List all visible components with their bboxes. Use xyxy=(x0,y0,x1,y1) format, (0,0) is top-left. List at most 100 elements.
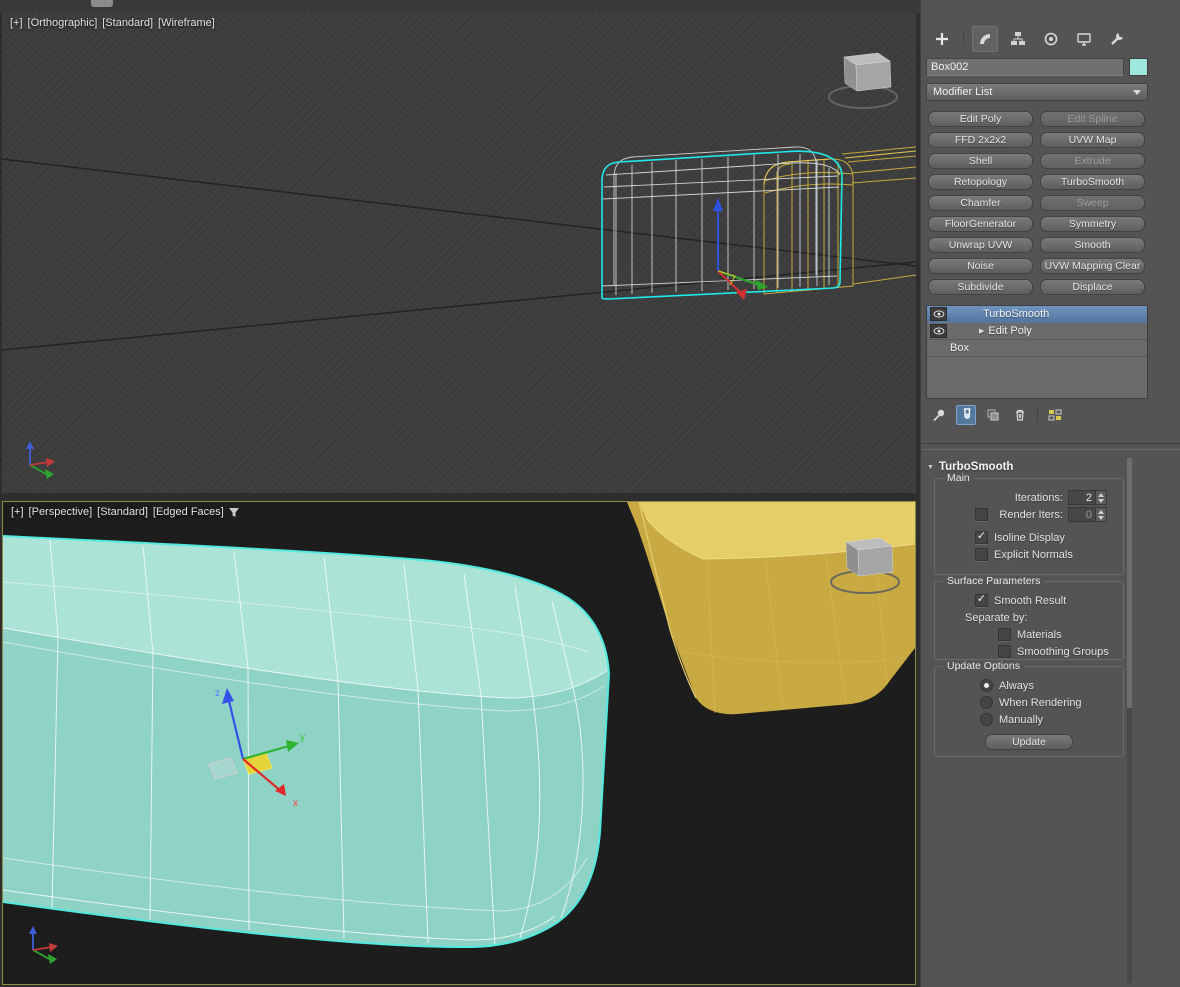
manually-label: Manually xyxy=(999,714,1043,726)
stack-item-label: Edit Poly xyxy=(988,325,1031,337)
make-unique-button[interactable] xyxy=(983,405,1003,425)
modifier-button-edit-poly[interactable]: Edit Poly xyxy=(928,111,1033,127)
stack-toolbar xyxy=(929,404,1065,426)
modifier-button-retopology[interactable]: Retopology xyxy=(928,174,1033,190)
viewport-shading-menu[interactable]: [Wireframe] xyxy=(158,17,215,29)
modifier-button-subdivide[interactable]: Subdivide xyxy=(928,279,1033,295)
modifier-button-turbosmooth[interactable]: TurboSmooth xyxy=(1040,174,1145,190)
isoline-display-checkbox[interactable]: ✓ xyxy=(975,531,988,544)
main-group: Main Iterations: 2 Render Iters: 0 ✓ Iso… xyxy=(934,478,1124,575)
modifier-button-uvw-mapping-clear[interactable]: UVW Mapping Clear xyxy=(1040,258,1145,274)
always-radio[interactable] xyxy=(980,679,993,692)
viewport-pov-menu[interactable]: [Orthographic] xyxy=(28,17,98,29)
utilities-wrench-icon xyxy=(1109,31,1125,47)
update-button[interactable]: Update xyxy=(985,734,1073,750)
modifier-button-unwrap-uvw[interactable]: Unwrap UVW xyxy=(928,237,1033,253)
orthographic-scene xyxy=(2,13,916,493)
modify-tab[interactable] xyxy=(972,26,998,52)
iterations-value[interactable]: 2 xyxy=(1068,490,1096,505)
manually-radio[interactable] xyxy=(980,713,993,726)
group-title: Main xyxy=(943,472,974,484)
smooth-result-checkbox[interactable]: ✓ xyxy=(975,594,988,607)
modifier-list-dropdown[interactable]: Modifier List xyxy=(926,83,1148,101)
modifier-button-uvw-map[interactable]: UVW Map xyxy=(1040,132,1145,148)
tab-separator xyxy=(963,31,964,47)
materials-checkbox[interactable] xyxy=(998,628,1011,641)
command-panel-tabs xyxy=(929,26,1130,52)
collapsed-toolbar-handle[interactable] xyxy=(91,0,113,7)
viewport-standard-menu[interactable]: [Standard] xyxy=(102,17,153,29)
always-label: Always xyxy=(999,680,1034,692)
axis-label-y: y xyxy=(300,732,305,743)
gizmo-z-arrow[interactable] xyxy=(713,198,723,211)
axis-label-z: z xyxy=(215,688,220,699)
modifier-button-ffd[interactable]: FFD 2x2x2 xyxy=(928,132,1033,148)
render-iters-label: Render Iters: xyxy=(999,509,1063,521)
visibility-eye-icon[interactable] xyxy=(930,324,947,338)
explicit-normals-checkbox[interactable] xyxy=(975,548,988,561)
check-icon: ✓ xyxy=(977,532,986,541)
spinner-arrows-icon[interactable] xyxy=(1096,507,1107,522)
when-rendering-radio[interactable] xyxy=(980,696,993,709)
modifier-button-smooth[interactable]: Smooth xyxy=(1040,237,1145,253)
viewport-general-menu[interactable]: [+] xyxy=(11,506,24,518)
stack-item-label: Box xyxy=(950,342,969,354)
display-monitor-icon xyxy=(1076,31,1092,47)
modifier-button-noise[interactable]: Noise xyxy=(928,258,1033,274)
materials-label: Materials xyxy=(1017,629,1062,641)
object-color-swatch[interactable] xyxy=(1129,58,1148,76)
world-axis-tripod xyxy=(26,441,55,479)
configure-modifier-sets-button[interactable] xyxy=(1045,405,1065,425)
modify-icon xyxy=(977,31,993,47)
scrollbar-thumb[interactable] xyxy=(1127,458,1132,708)
separate-by-label: Separate by: xyxy=(965,612,1027,624)
viewcube[interactable] xyxy=(829,53,897,108)
modifier-button-sweep[interactable]: Sweep xyxy=(1040,195,1145,211)
check-icon: ✓ xyxy=(977,595,986,604)
object-name-input[interactable] xyxy=(926,58,1124,76)
viewport-shading-menu[interactable]: [Edged Faces] xyxy=(153,506,224,518)
spinner-arrows-icon[interactable] xyxy=(1096,490,1107,505)
show-end-result-button[interactable] xyxy=(956,405,976,425)
create-tab[interactable] xyxy=(929,26,955,52)
modifier-button-symmetry[interactable]: Symmetry xyxy=(1040,216,1145,232)
display-tab[interactable] xyxy=(1071,26,1097,52)
modifier-button-edit-spline[interactable]: Edit Spline xyxy=(1040,111,1145,127)
per-view-filter-icon[interactable] xyxy=(229,507,240,518)
modifier-button-chamfer[interactable]: Chamfer xyxy=(928,195,1033,211)
stack-item-turbosmooth[interactable]: TurboSmooth xyxy=(927,306,1147,323)
motion-tab[interactable] xyxy=(1038,26,1064,52)
visibility-eye-icon[interactable] xyxy=(930,307,947,321)
modifier-button-shell[interactable]: Shell xyxy=(928,153,1033,169)
render-iters-spinner[interactable]: 0 xyxy=(1068,507,1107,522)
remove-modifier-button[interactable] xyxy=(1010,405,1030,425)
shaded-box-teal-selected[interactable] xyxy=(3,536,609,947)
viewport-general-menu[interactable]: [+] xyxy=(10,17,23,29)
smoothing-groups-checkbox[interactable] xyxy=(998,645,1011,658)
pin-stack-button[interactable] xyxy=(929,405,949,425)
modifier-button-displace[interactable]: Displace xyxy=(1040,279,1145,295)
modifier-buttons-grid: Edit Poly Edit Spline FFD 2x2x2 UVW Map … xyxy=(928,111,1145,295)
modifier-button-floorgenerator[interactable]: FloorGenerator xyxy=(928,216,1033,232)
render-iters-checkbox[interactable] xyxy=(975,508,988,521)
expand-arrow-icon[interactable]: ▶ xyxy=(979,327,984,335)
axis-label-x: x xyxy=(293,798,298,809)
hierarchy-tab[interactable] xyxy=(1005,26,1031,52)
rollout-scrollbar[interactable] xyxy=(1127,458,1132,983)
panel-splitter[interactable] xyxy=(921,443,1180,450)
stack-item-edit-poly[interactable]: ▶ Edit Poly xyxy=(927,323,1147,340)
transform-gizmo[interactable] xyxy=(713,198,768,300)
iterations-spinner[interactable]: 2 xyxy=(1068,490,1107,505)
smooth-result-label: Smooth Result xyxy=(994,595,1066,607)
motion-icon xyxy=(1043,31,1059,47)
stack-item-box[interactable]: Box xyxy=(927,340,1147,357)
modifier-button-extrude[interactable]: Extrude xyxy=(1040,153,1145,169)
viewport-pov-menu[interactable]: [Perspective] xyxy=(29,506,93,518)
viewport-perspective[interactable]: [+] [Perspective] [Standard] [Edged Face… xyxy=(2,501,916,985)
viewport-standard-menu[interactable]: [Standard] xyxy=(97,506,148,518)
render-iters-value[interactable]: 0 xyxy=(1068,507,1096,522)
toolbar-separator xyxy=(1037,408,1038,423)
viewport-orthographic[interactable]: [+] [Orthographic] [Standard] [Wireframe… xyxy=(2,13,916,493)
utilities-tab[interactable] xyxy=(1104,26,1130,52)
gizmo-y-arrow[interactable] xyxy=(755,279,768,290)
